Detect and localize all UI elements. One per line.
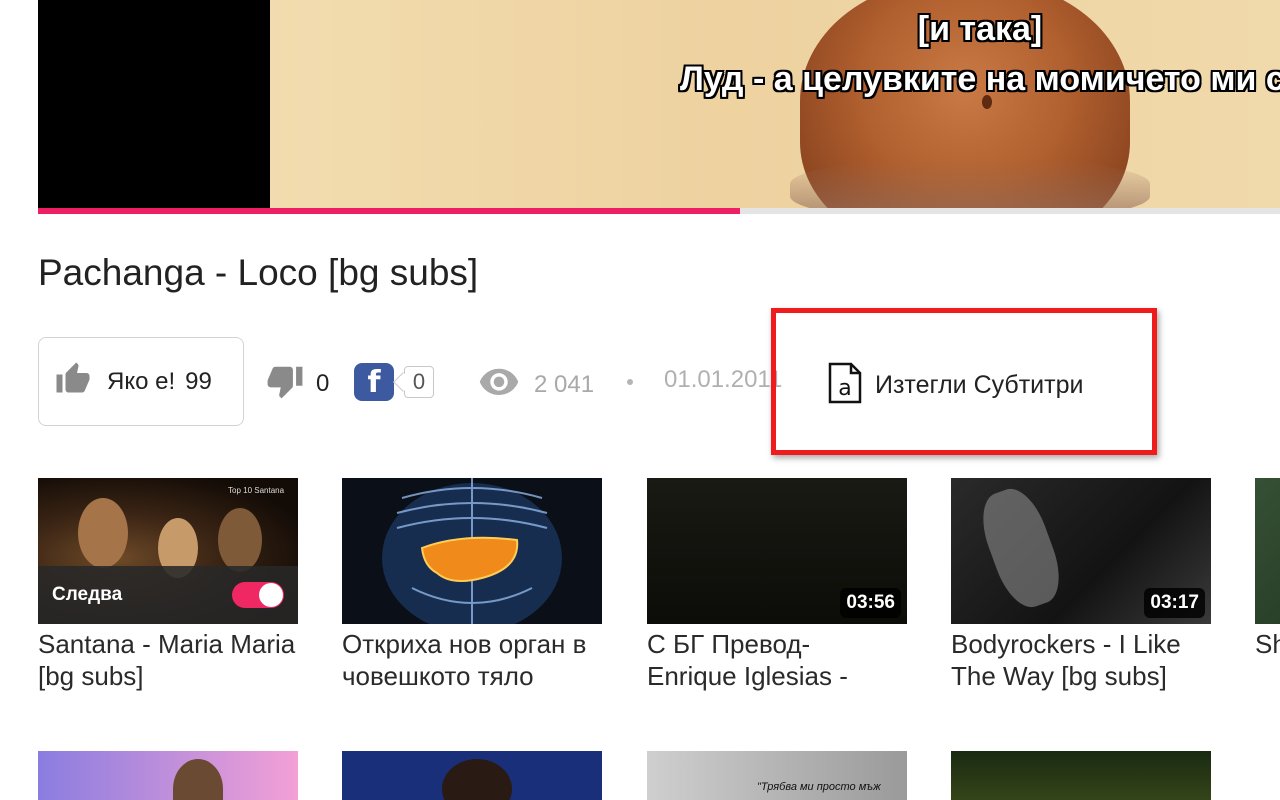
recommended-video-7[interactable] <box>342 751 602 800</box>
subtitles-file-icon: a <box>827 362 863 409</box>
download-subtitles-button[interactable]: a Изтегли Субтитри <box>827 362 1083 409</box>
facebook-icon[interactable]: f <box>354 363 394 401</box>
video-card-title[interactable]: Santana - Maria Maria [bg subs] <box>38 628 298 694</box>
video-thumbnail[interactable] <box>1255 478 1280 624</box>
video-thumbnail[interactable]: Top 10 Santana Следва <box>38 478 298 624</box>
facebook-share[interactable]: f 0 <box>354 363 434 401</box>
up-next-bar: Следва <box>38 566 298 624</box>
video-duration: 03:17 <box>1144 588 1205 618</box>
up-next-label: Следва <box>52 584 123 605</box>
recommended-video-4[interactable]: 03:17 Bodyrockers - I Like The Way [bg s… <box>951 478 1211 694</box>
facebook-count: 0 <box>404 366 434 398</box>
dislike-button[interactable]: 0 <box>266 362 329 405</box>
video-card-title[interactable]: С БГ Превод- Enrique Iglesias - <box>647 628 907 694</box>
recommended-video-2[interactable]: Откриха нов орган в човешкото тяло <box>342 478 602 694</box>
video-thumbnail[interactable]: 03:56 <box>647 478 907 624</box>
anatomy-image <box>382 478 562 624</box>
like-label: Яко е! <box>107 367 176 395</box>
video-frame: [и така] Луд - а целувките на момичето м… <box>270 0 1280 208</box>
separator-dot <box>627 379 633 385</box>
recommended-video-9[interactable] <box>951 751 1211 800</box>
like-count: 99 <box>185 367 212 395</box>
progress-fill <box>38 208 740 214</box>
video-card-title[interactable]: Bodyrockers - I Like The Way [bg subs] <box>951 628 1211 694</box>
recommended-video-3[interactable]: 03:56 С БГ Превод- Enrique Iglesias - <box>647 478 907 694</box>
video-card-title[interactable]: Sh [bg <box>1255 628 1280 694</box>
autoplay-toggle[interactable] <box>232 582 284 608</box>
like-button[interactable]: Яко е! 99 <box>38 337 244 426</box>
dislike-count: 0 <box>316 369 330 397</box>
subtitle-line-2: Луд - а целувките на момичето ми са с вк… <box>680 60 1280 98</box>
subtitle-line-1: [и така] <box>917 10 1043 48</box>
thumb-caption: Top 10 Santana <box>228 486 285 495</box>
recommended-video-5[interactable]: Sh [bg <box>1255 478 1280 694</box>
publish-date: 01.01.2011 <box>664 366 783 393</box>
views-count: 2 041 <box>534 370 595 398</box>
recommended-video-6[interactable] <box>38 751 298 800</box>
download-subtitles-label: Изтегли Субтитри <box>875 371 1084 399</box>
video-title: Pachanga - Loco [bg subs] <box>38 252 479 293</box>
video-player[interactable]: [и така] Луд - а целувките на момичето м… <box>38 0 1280 208</box>
svg-text:a: a <box>838 376 851 401</box>
page: [и така] Луд - а целувките на момичето м… <box>0 0 1280 800</box>
video-duration: 03:56 <box>840 588 901 618</box>
thumbs-down-icon <box>266 362 304 405</box>
progress-bar[interactable] <box>38 208 1280 214</box>
video-card-title[interactable]: Откриха нов орган в човешкото тяло <box>342 628 602 694</box>
eye-icon <box>478 366 520 403</box>
video-thumbnail[interactable]: 03:17 <box>951 478 1211 624</box>
thumb-caption: "Трябва ми просто мъж <box>757 781 881 793</box>
thumbs-up-icon <box>55 361 91 402</box>
view-count: 2 041 <box>478 366 594 403</box>
video-thumbnail[interactable] <box>342 478 602 624</box>
recommended-video-1[interactable]: Top 10 Santana Следва Santana - Maria Ma… <box>38 478 298 694</box>
recommended-video-8[interactable]: "Трябва ми просто мъж <box>647 751 907 800</box>
